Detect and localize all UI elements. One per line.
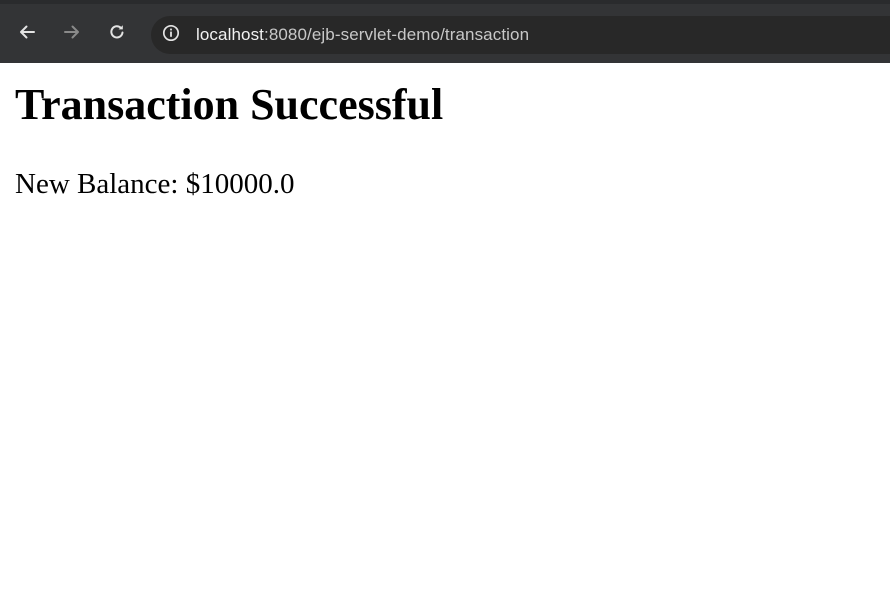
page-title: Transaction Successful <box>15 80 444 129</box>
address-bar[interactable]: localhost:8080/ejb-servlet-demo/transact… <box>151 16 890 54</box>
url-host: localhost <box>196 25 264 44</box>
reload-button[interactable] <box>103 18 131 46</box>
back-button[interactable] <box>13 18 41 46</box>
balance-value: $10000.0 <box>185 168 295 200</box>
url-path: :8080/ejb-servlet-demo/transaction <box>264 25 530 44</box>
balance-text: New Balance: $10000.0 <box>15 167 294 201</box>
arrow-left-icon <box>17 22 37 42</box>
info-circle-icon <box>162 24 180 47</box>
balance-label: New Balance: <box>15 168 186 200</box>
reload-icon <box>107 22 127 42</box>
browser-toolbar: localhost:8080/ejb-servlet-demo/transact… <box>0 0 890 63</box>
url-text[interactable]: localhost:8080/ejb-servlet-demo/transact… <box>196 25 529 45</box>
forward-button[interactable] <box>58 18 86 46</box>
arrow-right-icon <box>62 22 82 42</box>
site-info-button[interactable] <box>160 24 182 46</box>
page-content: Transaction Successful New Balance: $100… <box>0 63 890 608</box>
